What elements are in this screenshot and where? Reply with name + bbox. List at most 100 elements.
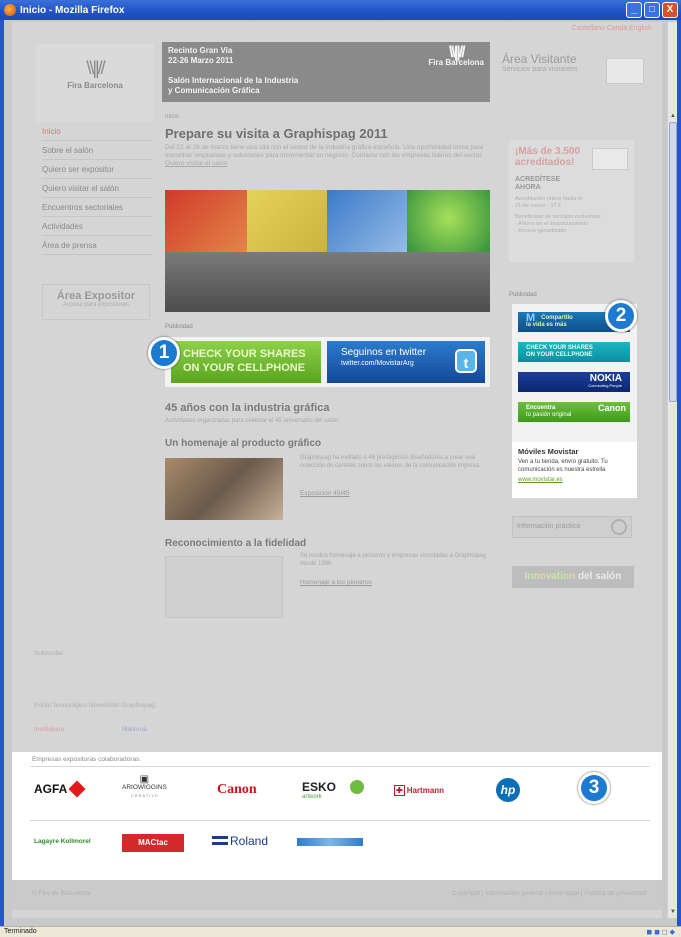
header-banner[interactable]: Recinto Gran Via 22-26 Marzo 2011 Salón …: [162, 42, 490, 102]
logo-agfa[interactable]: AGFA: [34, 780, 86, 798]
collab-divider-top: [30, 766, 650, 767]
publicidad-label: Publicidad: [165, 324, 193, 330]
visitor-badge-icon: [606, 58, 644, 84]
nav-item-inicio[interactable]: Inicio: [42, 122, 152, 141]
esko-flower-icon: [350, 780, 364, 794]
info-practica-label: Información práctica: [517, 523, 581, 530]
subscribe-link[interactable]: Subscribe: [34, 650, 63, 657]
ario-sub: C R E A T I V E: [130, 793, 158, 798]
logo-blue-brand[interactable]: [297, 838, 363, 846]
logo-ariowiggins[interactable]: ▣ ARIOWIGGINS C R E A T I V E: [122, 774, 167, 800]
hero-image: [165, 190, 490, 312]
banner-logo: \\||// Fira Barcelona: [428, 45, 484, 68]
logo-roland[interactable]: Roland: [212, 834, 268, 848]
footer-links[interactable]: Copyright | Información general | Aviso …: [452, 890, 646, 897]
movistar-ad-title: Móviles Movistar: [518, 447, 579, 456]
acreditacion-box[interactable]: ¡Más de 3.500 acreditados! ACREDÍTESE AH…: [509, 140, 634, 262]
logo-hartmann[interactable]: ✚ Hartmann: [394, 785, 445, 796]
innovation-label-a: Innovation: [524, 571, 576, 582]
ad-nokia[interactable]: NOKIA Connecting People: [518, 372, 630, 392]
nav-item-visitar[interactable]: Quiero visitar el salón: [42, 179, 152, 198]
fira-logo[interactable]: \\||// Fira Barcelona: [36, 44, 154, 122]
nav-item-encuentros[interactable]: Encuentros sectoriales: [42, 198, 152, 217]
collaborators-label: Empresas expositoras colaboradoras:: [32, 756, 142, 763]
intro-link[interactable]: Quiero visitar el salón: [165, 160, 228, 167]
fidelidad-thumbnail[interactable]: [165, 556, 283, 618]
logo-lugaro[interactable]: Lagayre Kollmorel: [34, 838, 91, 845]
ad-check-shares[interactable]: CHECK YOUR SHARES ON YOUR CELLPHONE: [171, 341, 321, 383]
logo-hp[interactable]: hp: [496, 778, 520, 802]
area-expositor[interactable]: Área Expositor Acceso para expositores: [42, 284, 150, 320]
scroll-down-arrow-icon[interactable]: ▼: [669, 908, 677, 916]
info-practica-button[interactable]: Información práctica: [512, 516, 632, 538]
ario-text: ARIOWIGGINS: [122, 784, 167, 791]
minimize-button[interactable]: _: [626, 2, 642, 18]
scrollbar-thumb[interactable]: [669, 122, 677, 402]
hartmann-text: Hartmann: [406, 786, 445, 795]
clock-icon: [611, 519, 627, 535]
close-button[interactable]: X: [662, 2, 678, 18]
printing-press-image: [165, 252, 490, 312]
publicidad-right-label: Publicidad: [509, 292, 537, 298]
ario-mark-icon: ▣: [139, 774, 150, 785]
hero-panel-yellow: [247, 190, 327, 260]
acred-badge-icon: [592, 148, 628, 170]
logo-canon[interactable]: Canon: [217, 782, 257, 798]
movistar-ad-link[interactable]: www.movistar.es: [518, 477, 631, 483]
ad-canon[interactable]: Canon Encuentra tu pasión original: [518, 402, 630, 422]
hartmann-icon: ✚: [394, 785, 405, 796]
callout-2: 2: [605, 300, 637, 332]
page-title: Prepare su visita a Graphispag 2011: [165, 126, 388, 141]
window-titlebar: Inicio - Mozilla Firefox _ □ X: [0, 0, 681, 20]
acred-small3: Beneficiese de ventajas exclusivas:: [515, 214, 602, 220]
ad2-line2: ON YOUR CELLPHONE: [526, 352, 593, 358]
firefox-icon: [4, 4, 16, 16]
ad-canon-line2: tu pasión original: [526, 412, 572, 418]
footer-logo-mallorca[interactable]: Mallorca: [122, 726, 147, 733]
ad-canon-brand: Canon: [598, 403, 626, 413]
logo-esko[interactable]: ESKO artwork: [302, 780, 364, 800]
nav-item-prensa[interactable]: Área de prensa: [42, 236, 152, 255]
footer-portal-links[interactable]: Portal Tecnológico Newsletter Graphispag: [34, 702, 155, 709]
section-fidelidad-title[interactable]: Reconocimiento a la fidelidad: [165, 538, 306, 549]
left-nav: Inicio Sobre el salón Quiero ser exposit…: [42, 122, 152, 255]
ad-nokia-line1: NOKIA: [589, 373, 622, 384]
section-homenaje-title[interactable]: Un homenaje al producto gráfico: [165, 438, 321, 449]
acred-mid2: AHORA: [515, 184, 541, 191]
movistar-m-icon: M: [526, 312, 536, 324]
status-bar: Terminado ◼ ◼ ◻ ◆: [0, 926, 681, 937]
nav-item-sobre[interactable]: Sobre el salón: [42, 141, 152, 160]
ad-check-shares-small[interactable]: CHECK YOUR SHARES ON YOUR CELLPHONE: [518, 342, 630, 362]
ad2-line1: CHECK YOUR SHARES: [526, 345, 593, 351]
nav-item-expositor[interactable]: Quiero ser expositor: [42, 160, 152, 179]
banner-line3: Salón Internacional de la Industria: [168, 76, 299, 85]
ad-check-shares-line2: ON YOUR CELLPHONE: [183, 362, 306, 374]
vertical-scrollbar[interactable]: ▲ ▼: [667, 22, 677, 918]
innovation-button[interactable]: Innovation del salón: [512, 566, 634, 588]
intro-text: Del 22 al 26 de marzo tiene una cita con…: [165, 144, 490, 168]
breadcrumb[interactable]: Inicio: [165, 114, 179, 120]
footer-logo-medialuna[interactable]: medialuna: [34, 726, 64, 733]
movistar-text-ad[interactable]: Móviles Movistar Ven a tu tienda, envío …: [512, 442, 637, 498]
esko-sub: artwork: [302, 794, 322, 800]
homenaje-text: Graphispag ha invitado a 46 prestigiosos…: [300, 455, 481, 469]
ad-check-shares-line1: CHECK YOUR SHARES: [183, 348, 306, 360]
agfa-text: AGFA: [34, 782, 68, 796]
scroll-up-arrow-icon[interactable]: ▲: [669, 112, 677, 120]
homenaje-thumbnail[interactable]: [165, 458, 283, 520]
status-icons: ◼ ◼ ◻ ◆: [646, 929, 675, 936]
language-links[interactable]: Castellano Català English: [572, 25, 652, 32]
area-visitante[interactable]: Área Visitante Servicios para visitantes: [502, 52, 652, 112]
twitter-icon: t: [455, 349, 477, 373]
maximize-button[interactable]: □: [644, 2, 660, 18]
nav-item-actividades[interactable]: Actividades: [42, 217, 152, 236]
banner-line4: y Comunicación Gráfica: [168, 86, 260, 95]
ad-twitter[interactable]: Seguinos en twitter twitter.com/Movistar…: [327, 341, 485, 383]
logo-mactac[interactable]: MACtac: [122, 834, 184, 852]
section-45-title[interactable]: 45 años con la industria gráfica: [165, 402, 329, 414]
area-expositor-subtitle: Acceso para expositores: [63, 302, 129, 308]
section-45-sub: Actividades organizadas para celebrar el…: [165, 418, 341, 424]
acred-small1: Acreditación online hasta el: [515, 196, 583, 202]
homenaje-link[interactable]: Exposición 45/45: [300, 490, 350, 497]
fidelidad-link[interactable]: Homenaje a los pioneros: [300, 579, 372, 586]
